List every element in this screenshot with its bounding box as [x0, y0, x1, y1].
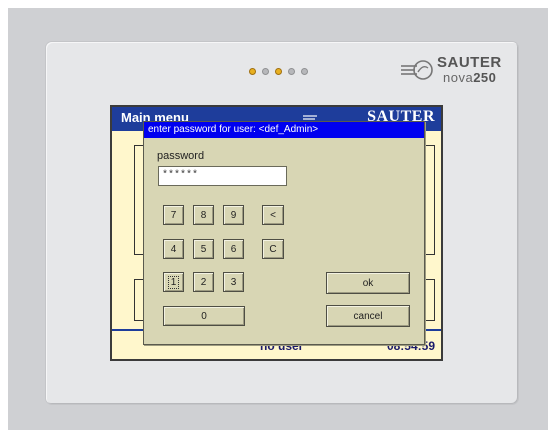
- key-7[interactable]: 7: [163, 205, 184, 225]
- led-4: [288, 68, 295, 75]
- key-8[interactable]: 8: [193, 205, 214, 225]
- key-0[interactable]: 0: [163, 306, 245, 326]
- led-5: [301, 68, 308, 75]
- key-1[interactable]: 1: [163, 272, 184, 292]
- led-1: [249, 68, 256, 75]
- led-3: [275, 68, 282, 75]
- password-input[interactable]: ******: [158, 166, 287, 186]
- key-5[interactable]: 5: [193, 239, 214, 259]
- backspace-key[interactable]: <: [262, 205, 284, 225]
- key-4[interactable]: 4: [163, 239, 184, 259]
- brand-name: SAUTER: [437, 54, 502, 71]
- led-indicators: [249, 68, 308, 75]
- model-name: nova250: [443, 70, 497, 85]
- clear-key[interactable]: C: [262, 239, 284, 259]
- key-9[interactable]: 9: [223, 205, 244, 225]
- sauter-logo-icon: [401, 60, 433, 80]
- key-6[interactable]: 6: [223, 239, 244, 259]
- dialog-title: enter password for user: <def_Admin>: [144, 122, 424, 138]
- key-3[interactable]: 3: [223, 272, 244, 292]
- ok-button[interactable]: ok: [326, 272, 410, 294]
- key-2[interactable]: 2: [193, 272, 214, 292]
- password-label: password: [157, 150, 205, 162]
- password-dialog: enter password for user: <def_Admin> pas…: [143, 121, 425, 345]
- cancel-button[interactable]: cancel: [326, 305, 410, 327]
- led-2: [262, 68, 269, 75]
